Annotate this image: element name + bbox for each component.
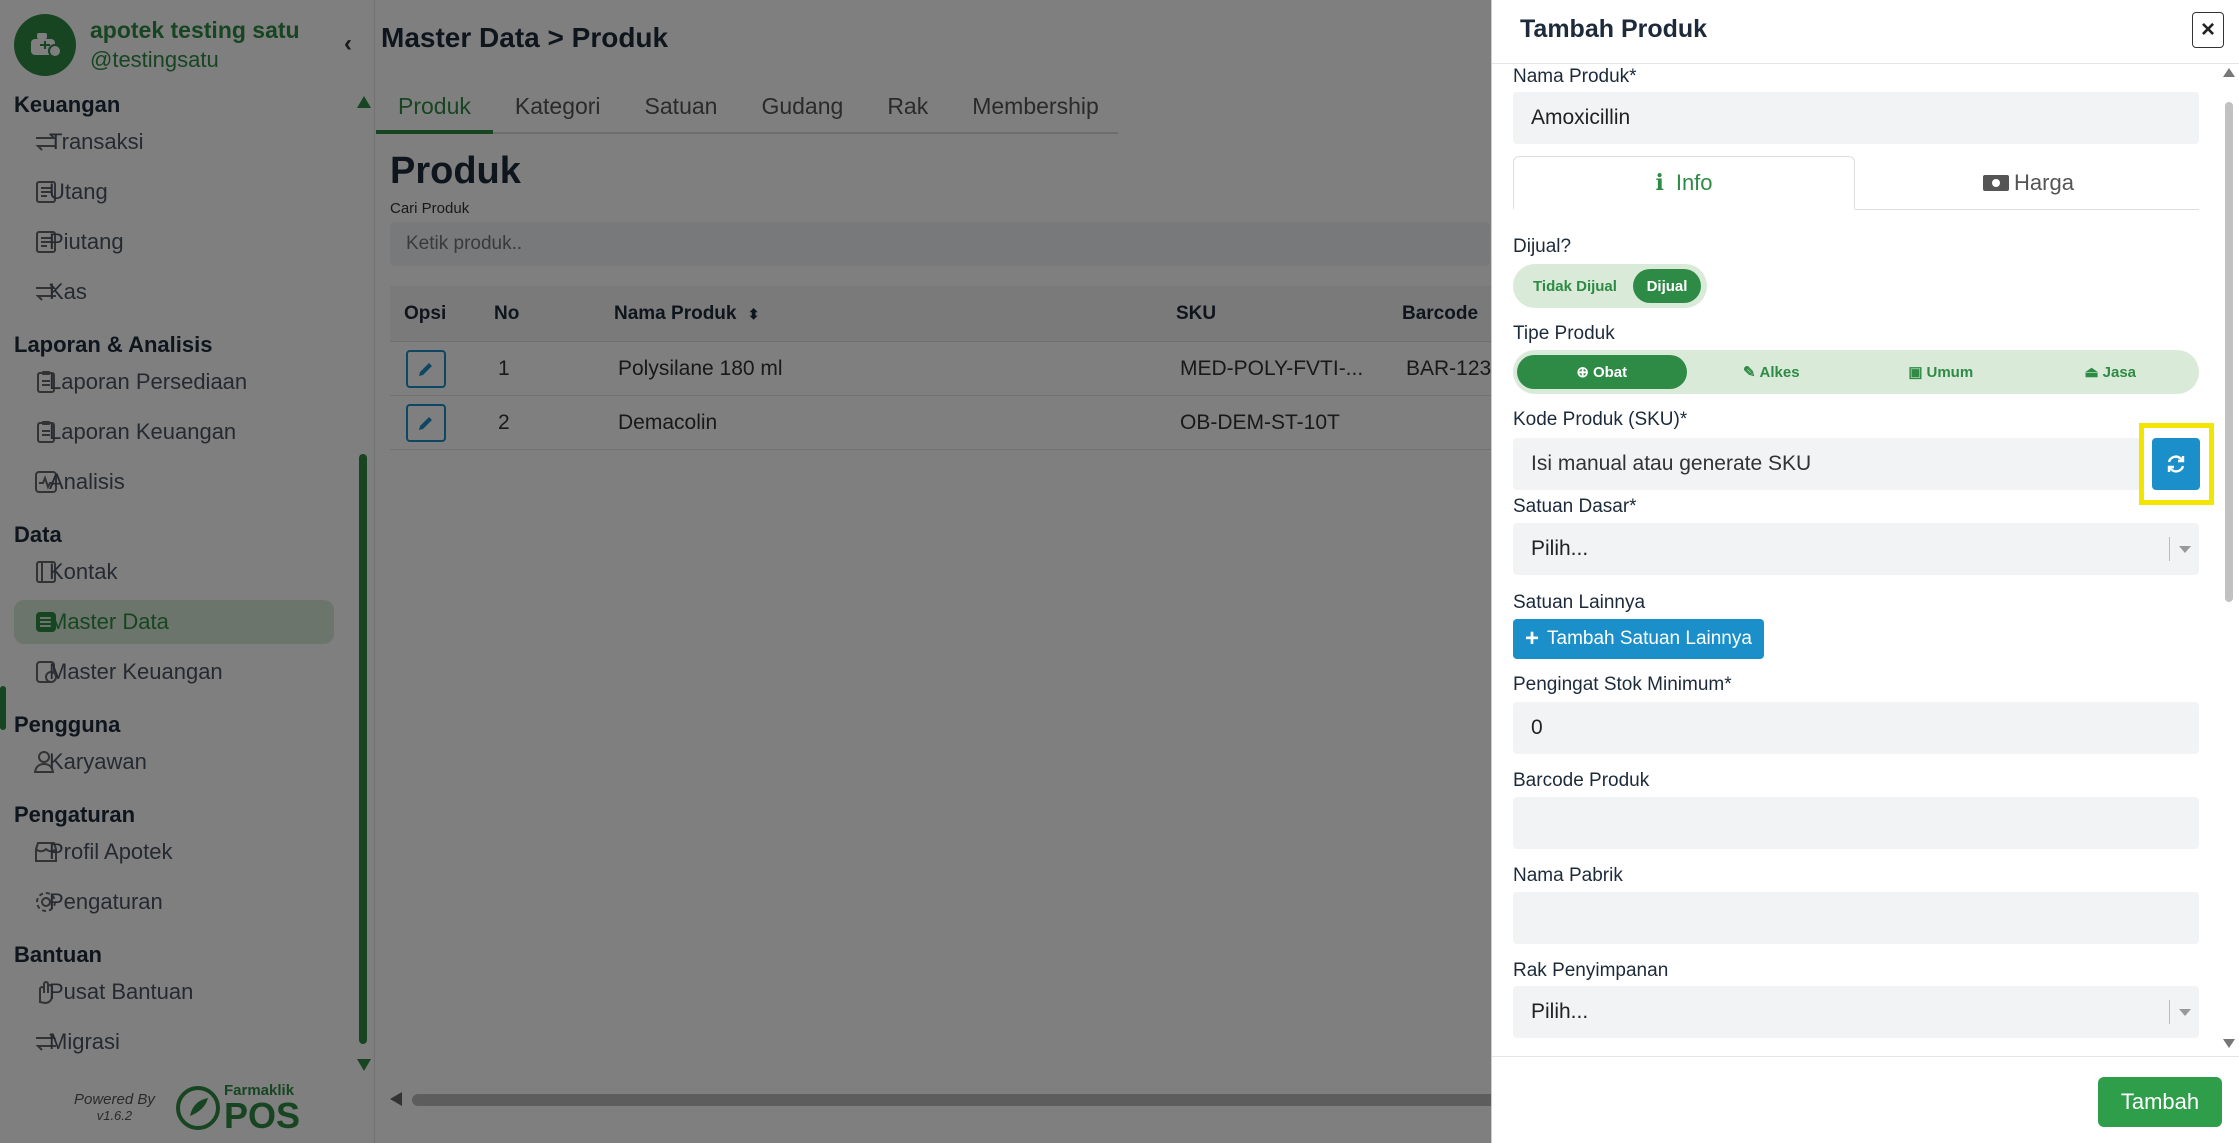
satuan-lainnya-label: Satuan Lainnya	[1513, 592, 1646, 613]
info-icon: i	[1655, 169, 1664, 196]
option-tidak-dijual[interactable]: Tidak Dijual	[1517, 269, 1633, 303]
satuan-dasar-label: Satuan Dasar*	[1513, 496, 1637, 517]
satuan-dasar-value: Pilih...	[1531, 537, 1589, 560]
option-obat-label: Obat	[1592, 363, 1628, 381]
option-jasa[interactable]: ⏏ Jasa	[2026, 355, 2196, 389]
tipe-produk-label: Tipe Produk	[1513, 323, 1615, 344]
stok-minimum-label: Pengingat Stok Minimum*	[1513, 674, 1732, 695]
nama-pabrik-label: Nama Pabrik	[1513, 865, 1623, 886]
sku-label: Kode Produk (SKU)*	[1513, 409, 1688, 430]
option-umum-label: Umum	[1926, 363, 1974, 381]
highlight-box	[2139, 423, 2214, 505]
box-icon: ▣	[1908, 364, 1923, 381]
tipe-produk-selector: ⊕ Obat ✎ Alkes ▣ Umum ⏏ Jasa	[1513, 350, 2199, 394]
nama-pabrik-input[interactable]	[1513, 892, 2199, 944]
modal-header: Tambah Produk ×	[1492, 0, 2239, 64]
option-alkes-label: Alkes	[1759, 363, 1800, 381]
option-umum[interactable]: ▣ Umum	[1856, 355, 2026, 389]
dijual-label: Dijual?	[1513, 236, 1572, 257]
chevron-down-icon	[2169, 537, 2191, 561]
modal-scrollbar[interactable]	[2222, 68, 2236, 1048]
modal-footer: Tambah	[1492, 1056, 2239, 1143]
pills-icon: ⊕	[1576, 364, 1589, 381]
option-obat[interactable]: ⊕ Obat	[1517, 355, 1687, 389]
option-jasa-label: Jasa	[2102, 363, 2137, 381]
add-unit-label: Tambah Satuan Lainnya	[1547, 628, 1752, 649]
scroll-thumb[interactable]	[2225, 102, 2233, 602]
modal-backdrop[interactable]	[0, 0, 1491, 1143]
add-product-drawer: Tambah Produk × Nama Produk* Amoxicillin…	[1491, 0, 2239, 1143]
product-form-tabs: i Info Harga	[1513, 156, 2199, 210]
nama-produk-label: Nama Produk*	[1513, 66, 1637, 87]
stok-minimum-input[interactable]: 0	[1513, 702, 2199, 754]
option-dijual[interactable]: Dijual	[1633, 269, 1701, 303]
tab-info[interactable]: i Info	[1513, 156, 1855, 210]
scroll-down-arrow-icon[interactable]	[2223, 1039, 2235, 1048]
rak-label: Rak Penyimpanan	[1513, 960, 1669, 981]
close-icon[interactable]: ×	[2192, 12, 2224, 48]
sku-input[interactable]: Isi manual atau generate SKU	[1513, 438, 2143, 490]
tab-info-label: Info	[1675, 169, 1713, 195]
tab-harga-label: Harga	[2014, 170, 2074, 195]
satuan-dasar-select[interactable]: Pilih...	[1513, 523, 2199, 575]
submit-button[interactable]: Tambah	[2098, 1077, 2222, 1127]
plus-icon: +	[1525, 625, 1540, 652]
service-icon: ⏏	[2084, 364, 2099, 381]
nama-produk-input[interactable]: Amoxicillin	[1513, 92, 2199, 144]
modal-title: Tambah Produk	[1520, 15, 1708, 43]
add-unit-button[interactable]: + Tambah Satuan Lainnya	[1513, 619, 1764, 659]
tab-harga[interactable]: Harga	[1857, 156, 2199, 210]
rak-select[interactable]: Pilih...	[1513, 986, 2199, 1038]
syringe-icon: ✎	[1742, 364, 1756, 381]
chevron-down-icon	[2169, 1000, 2191, 1024]
option-alkes[interactable]: ✎ Alkes	[1687, 355, 1857, 389]
modal-body: Nama Produk* Amoxicillin i Info Harga Di…	[1492, 64, 2239, 1056]
barcode-input[interactable]	[1513, 797, 2199, 849]
scroll-up-arrow-icon[interactable]	[2223, 68, 2235, 77]
dijual-toggle: Tidak Dijual Dijual	[1513, 264, 1707, 308]
barcode-label: Barcode Produk	[1513, 770, 1650, 791]
rak-value: Pilih...	[1531, 1000, 1589, 1023]
money-icon	[1983, 175, 2010, 191]
